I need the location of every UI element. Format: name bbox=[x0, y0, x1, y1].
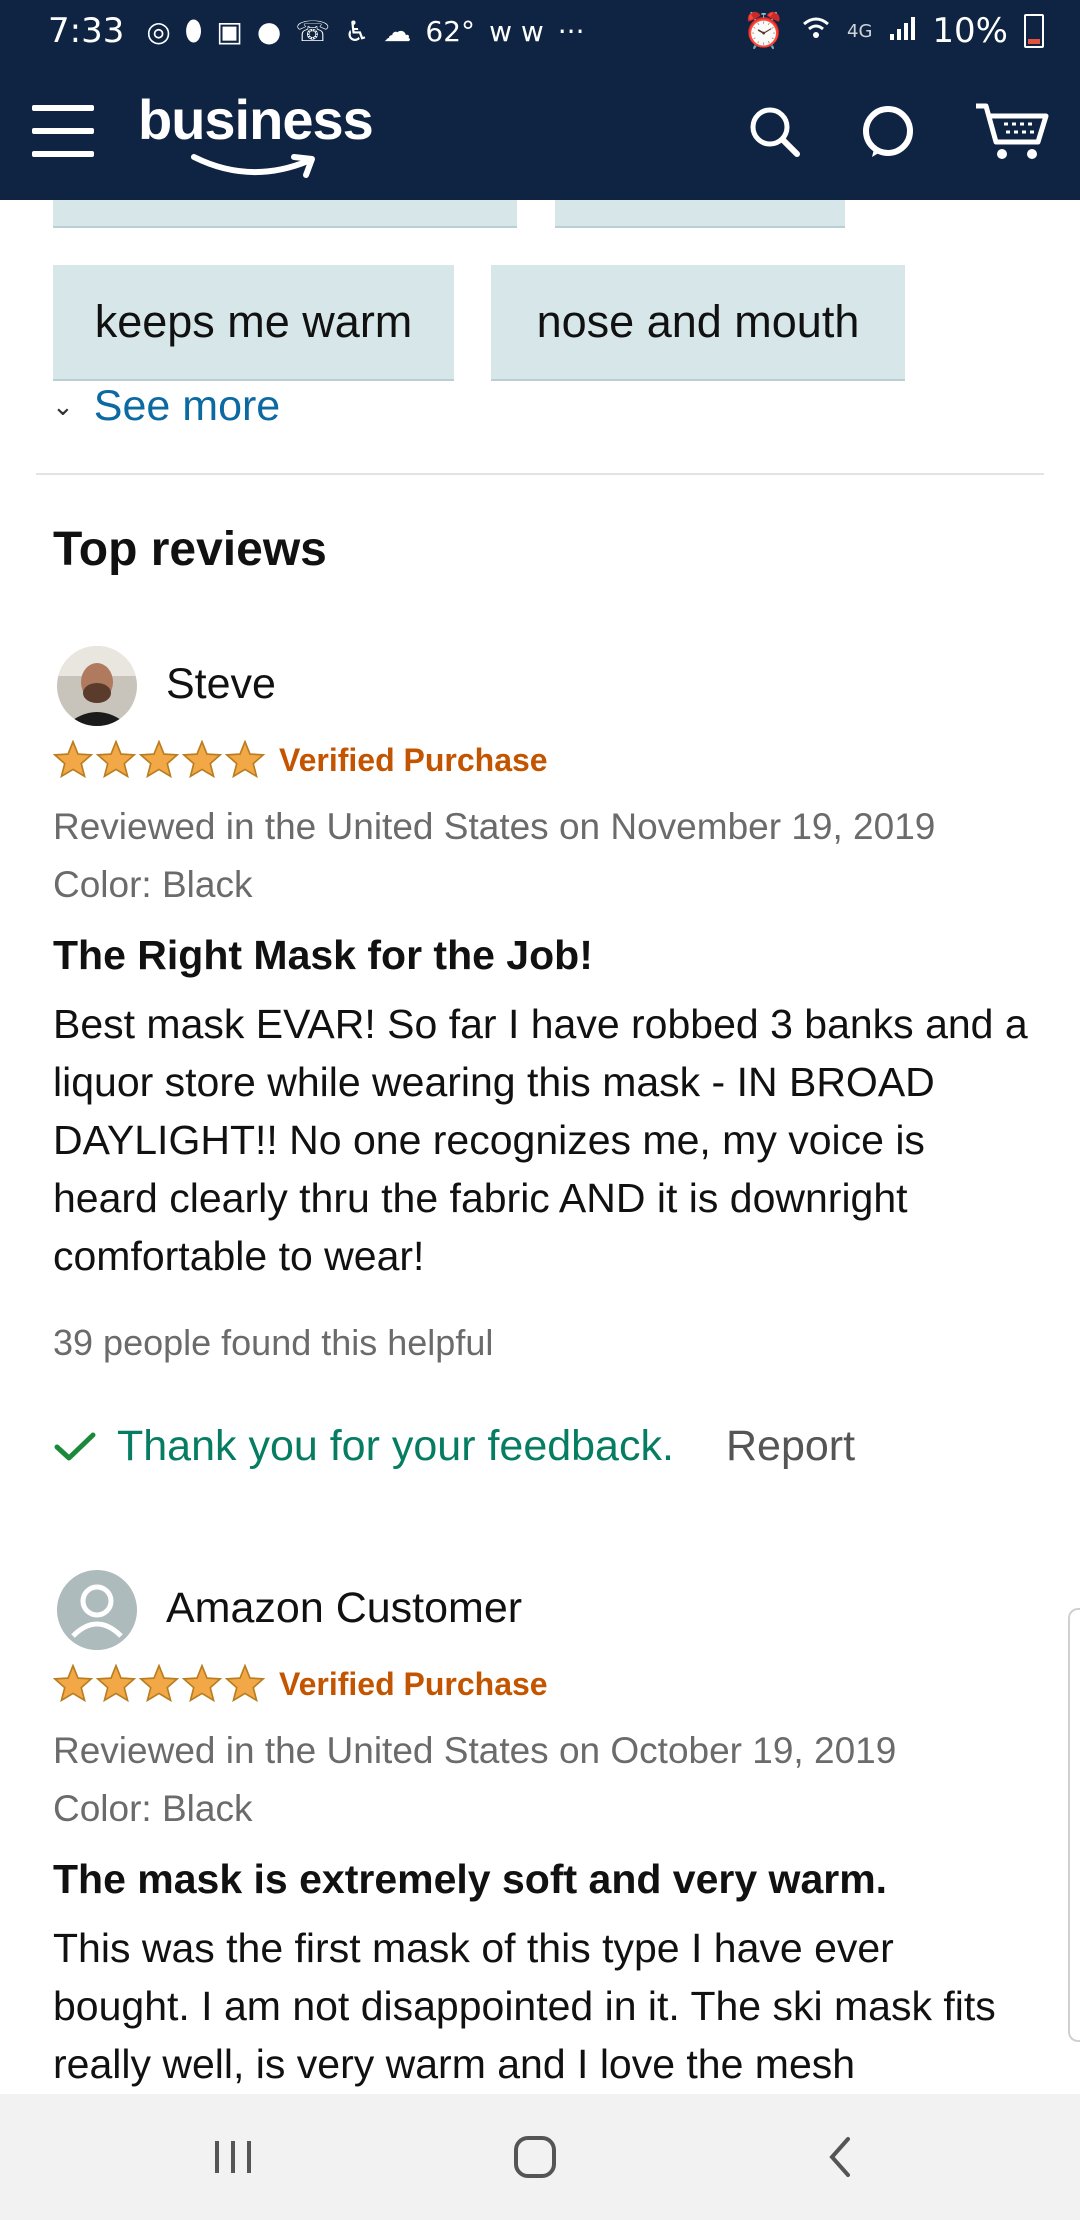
reviewer-name[interactable]: Steve bbox=[166, 660, 276, 709]
amazon-business-logo[interactable]: business bbox=[138, 81, 378, 181]
chevron-down-icon: ⌄ bbox=[52, 391, 74, 421]
review-body: Best mask EVAR! So far I have robbed 3 b… bbox=[53, 1001, 1028, 1279]
pill-icon: ⬮ bbox=[184, 14, 203, 47]
tag-partial-1[interactable] bbox=[53, 200, 517, 228]
verified-purchase-badge: Verified Purchase bbox=[279, 1666, 548, 1702]
reviewer-avatar[interactable] bbox=[57, 646, 137, 726]
w-app-icon: ᴡ ᴡ bbox=[489, 14, 544, 48]
app-icon: ▣ bbox=[216, 14, 243, 48]
star-icon bbox=[96, 740, 136, 778]
verified-purchase-badge: Verified Purchase bbox=[279, 742, 548, 778]
status-temperature: 62° bbox=[425, 14, 476, 48]
see-more-label: See more bbox=[93, 382, 281, 430]
alarm-icon: ⏰ bbox=[742, 11, 786, 51]
review-date: Reviewed in the United States on Novembe… bbox=[53, 806, 936, 847]
battery-percent: 10% bbox=[932, 11, 1008, 51]
feedback-confirmation: Thank you for your feedback. bbox=[53, 1422, 674, 1471]
accessibility-icon: ♿ bbox=[344, 14, 370, 48]
system-nav-bar bbox=[0, 2094, 1080, 2220]
system-icons: ⏰ 4G 10% bbox=[743, 11, 1044, 51]
home-icon[interactable] bbox=[490, 2122, 580, 2192]
star-rating bbox=[53, 1664, 265, 1702]
star-icon bbox=[53, 740, 93, 778]
star-icon bbox=[225, 740, 265, 778]
default-avatar-icon bbox=[57, 1570, 137, 1650]
star-rating bbox=[53, 740, 265, 778]
app-header: business bbox=[0, 62, 1080, 200]
review-date: Reviewed in the United States on October… bbox=[53, 1730, 897, 1771]
reddit-icon: ● bbox=[256, 14, 282, 48]
battery-icon bbox=[1024, 14, 1044, 48]
helpful-count: 39 people found this helpful bbox=[53, 1322, 494, 1363]
star-icon bbox=[96, 1664, 136, 1702]
search-icon[interactable] bbox=[746, 103, 802, 159]
star-icon bbox=[53, 1664, 93, 1702]
section-divider bbox=[36, 473, 1044, 475]
menu-icon[interactable] bbox=[32, 105, 94, 157]
sync-icon: ◎ bbox=[146, 14, 171, 48]
review-color: Color: Black bbox=[53, 1788, 253, 1829]
report-link[interactable]: Report bbox=[726, 1422, 855, 1471]
status-time: 7:33 bbox=[48, 11, 125, 51]
status-bar: 7:33 ◎ ⬮ ▣ ● ☏ ♿ ☁ 62° ᴡ ᴡ ··· ⏰ 4G 10% bbox=[0, 0, 1080, 62]
star-icon bbox=[182, 1664, 222, 1702]
reviewer-name[interactable]: Amazon Customer bbox=[166, 1584, 522, 1633]
logo-text: business bbox=[138, 88, 374, 151]
wifi-icon bbox=[801, 11, 831, 51]
recent-apps-icon[interactable] bbox=[188, 2122, 278, 2192]
alexa-icon[interactable] bbox=[860, 103, 916, 159]
tag-nose-and-mouth[interactable]: nose and mouth bbox=[491, 265, 905, 381]
star-icon bbox=[225, 1664, 265, 1702]
feedback-text: Thank you for your feedback. bbox=[117, 1422, 674, 1470]
back-icon[interactable] bbox=[794, 2122, 884, 2192]
top-reviews-heading: Top reviews bbox=[53, 523, 327, 576]
tag-partial-2[interactable] bbox=[555, 200, 845, 228]
reviewer-avatar[interactable] bbox=[57, 1570, 137, 1650]
review-body: This was the first mask of this type I h… bbox=[53, 1925, 996, 2087]
notification-icons: ◎ ⬮ ▣ ● ☏ ♿ ☁ 62° ᴡ ᴡ ··· bbox=[146, 14, 584, 48]
star-icon bbox=[182, 740, 222, 778]
review-card: Steve Verified Purchase Reviewed in the … bbox=[53, 642, 1033, 1502]
network-type: 4G bbox=[847, 20, 873, 42]
scroll-handle[interactable] bbox=[1068, 1608, 1080, 2042]
signal-icon bbox=[888, 11, 916, 51]
weather-icon: ☁ bbox=[383, 14, 412, 48]
review-title: The Right Mask for the Job! bbox=[53, 932, 593, 978]
checkmark-icon bbox=[54, 1432, 96, 1460]
star-icon bbox=[139, 1664, 179, 1702]
review-card: Amazon Customer Verified Purchase Review… bbox=[53, 1566, 1033, 2096]
smile-arrow-icon bbox=[191, 154, 315, 178]
review-title: The mask is extremely soft and very warm… bbox=[53, 1856, 888, 1902]
see-more-link[interactable]: ⌄ See more bbox=[52, 382, 280, 431]
star-icon bbox=[139, 740, 179, 778]
review-color: Color: Black bbox=[53, 864, 253, 905]
wifi-call-icon: ☏ bbox=[295, 14, 331, 48]
tag-keeps-me-warm[interactable]: keeps me warm bbox=[53, 265, 454, 381]
cart-icon[interactable] bbox=[974, 100, 1050, 162]
more-notifications-icon: ··· bbox=[557, 14, 585, 48]
